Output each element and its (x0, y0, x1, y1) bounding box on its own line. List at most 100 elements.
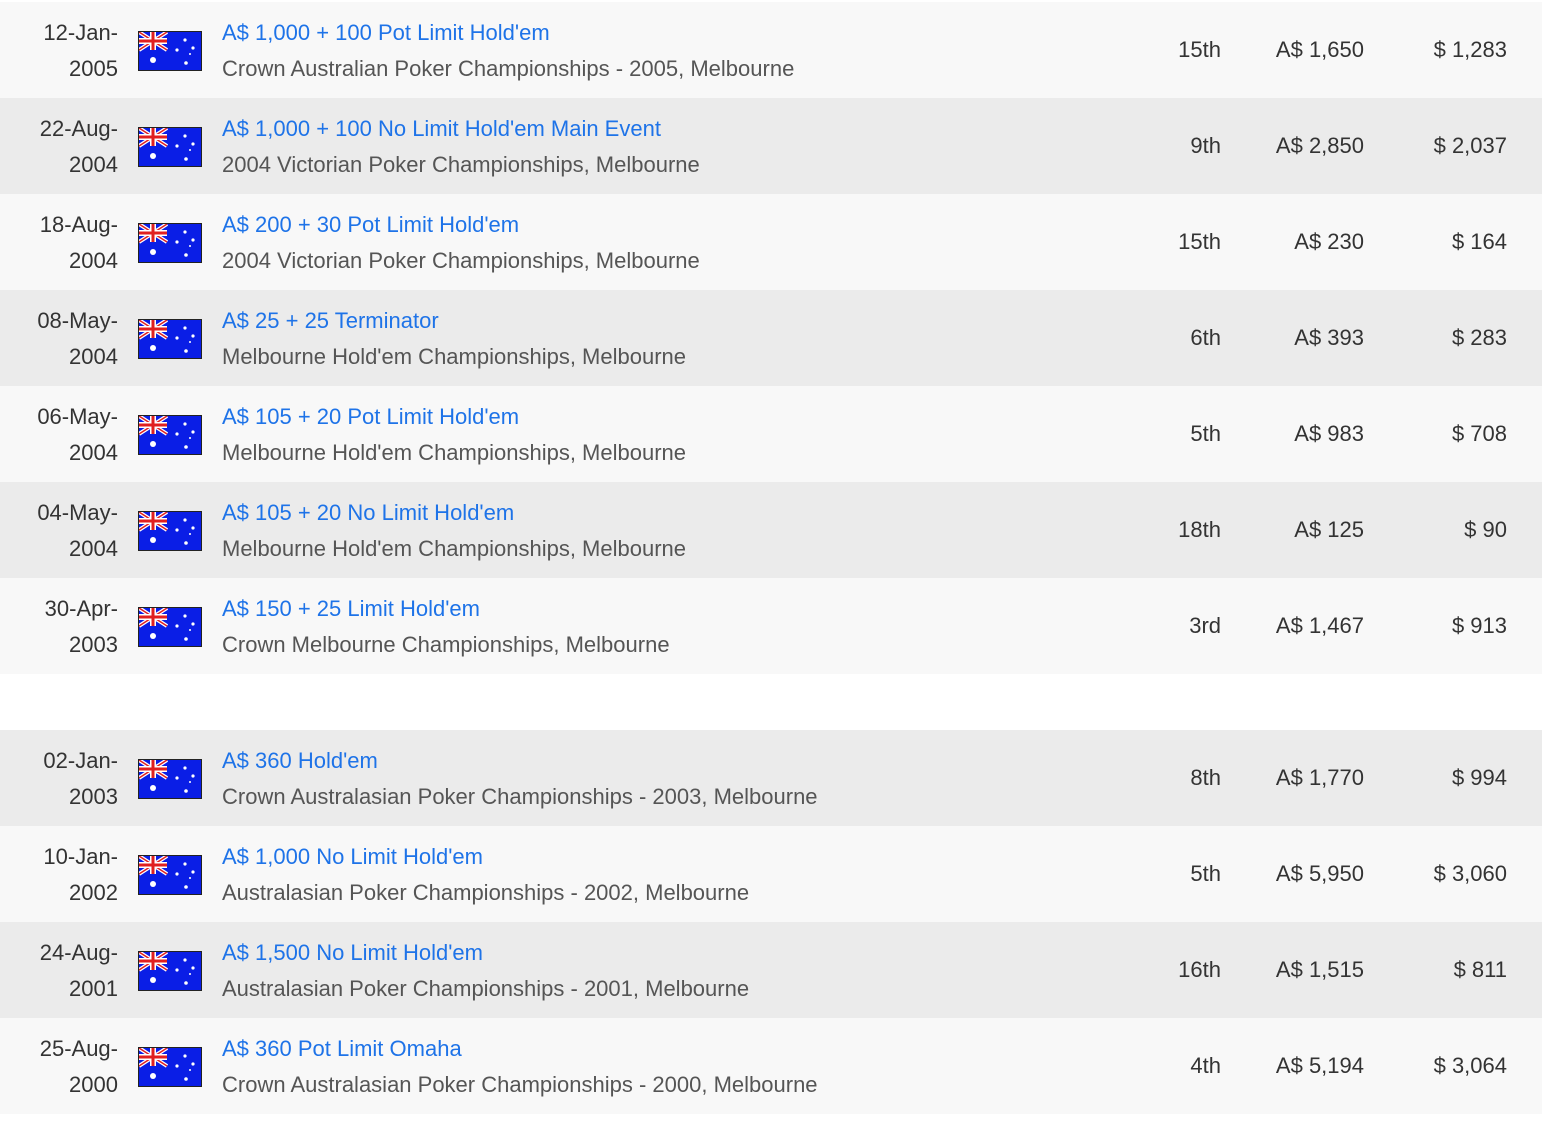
prize-usd: $ 90 (1464, 517, 1507, 542)
table-row: 30-Apr- 2003 A$ 150 + 25 Limit Hold'em Crow… (0, 578, 1542, 674)
result-date: 25-Aug- 2000 (40, 1031, 118, 1103)
event-venue: Melbourne Hold'em Championships, Melbour… (222, 440, 686, 465)
event-link[interactable]: A$ 1,000 + 100 No Limit Hold'em Main Eve… (222, 111, 700, 147)
date-day-month: 08-May- (37, 308, 118, 333)
event-cell: A$ 1,000 + 100 Pot Limit Hold'em Crown Au… (222, 15, 794, 87)
date-day-month: 12-Jan- (43, 20, 118, 45)
event-venue: Australasian Poker Championships - 2001,… (222, 976, 750, 1001)
australia-flag-icon (138, 759, 202, 799)
result-date: 24-Aug- 2001 (40, 935, 118, 1007)
result-date: 22-Aug- 2004 (40, 111, 118, 183)
event-cell: A$ 360 Hold'em Crown Australasian Poker C… (222, 743, 818, 815)
event-cell: A$ 105 + 20 No Limit Hold'em Melbourne Ho… (222, 495, 686, 567)
event-cell: A$ 150 + 25 Limit Hold'em Crown Melbourne… (222, 591, 670, 663)
date-day-month: 24-Aug- (39, 940, 118, 965)
finish-place: 5th (1190, 861, 1221, 886)
event-link[interactable]: A$ 150 + 25 Limit Hold'em (222, 591, 670, 627)
date-day-month: 22-Aug- (39, 116, 118, 141)
prize-usd: $ 913 (1451, 613, 1507, 638)
result-date: 02-Jan- 2003 (43, 743, 118, 815)
date-year: 2004 (69, 440, 118, 465)
result-date: 08-May- 2004 (37, 303, 118, 375)
table-row: 12-Jan- 2005 A$ 1,000 + 100 Pot Limit Hold… (0, 2, 1542, 98)
event-venue: Crown Australian Poker Championships - 2… (222, 56, 795, 81)
australia-flag-icon (138, 127, 202, 167)
results-table: 12-Jan- 2005 A$ 1,000 + 100 Pot Limit Hold… (0, 2, 1542, 1114)
prize-usd: $ 164 (1451, 229, 1507, 254)
australia-flag-icon (138, 319, 202, 359)
result-date: 10-Jan- 2002 (43, 839, 118, 911)
date-year: 2003 (69, 784, 118, 809)
event-cell: A$ 1,000 + 100 No Limit Hold'em Main Eve… (222, 111, 700, 183)
result-date: 18-Aug- 2004 (40, 207, 118, 279)
event-cell: A$ 360 Pot Limit Omaha Crown Australasian… (222, 1031, 818, 1103)
event-venue: 2004 Victorian Poker Championships, Melb… (222, 152, 700, 177)
date-day-month: 06-May- (37, 404, 118, 429)
finish-place: 18th (1178, 517, 1221, 542)
prize-usd: $ 1,283 (1433, 37, 1507, 62)
finish-place: 16th (1178, 957, 1221, 982)
prize-usd: $ 2,037 (1433, 133, 1507, 158)
result-date: 06-May- 2004 (37, 399, 118, 471)
date-year: 2004 (69, 344, 118, 369)
australia-flag-icon (138, 1047, 202, 1087)
australia-flag-icon (138, 415, 202, 455)
date-year: 2004 (69, 536, 118, 561)
prize-local: A$ 2,850 (1275, 133, 1364, 158)
date-day-month: 18-Aug- (39, 212, 118, 237)
date-year: 2000 (69, 1072, 118, 1097)
event-venue: Melbourne Hold'em Championships, Melbour… (222, 536, 686, 561)
event-cell: A$ 105 + 20 Pot Limit Hold'em Melbourne H… (222, 399, 686, 471)
result-date: 04-May- 2004 (37, 495, 118, 567)
table-row: 24-Aug- 2001 A$ 1,500 No Limit Hold'em Aust… (0, 922, 1542, 1018)
prize-local: A$ 5,950 (1275, 861, 1364, 886)
prize-local: A$ 1,467 (1275, 613, 1364, 638)
event-link[interactable]: A$ 105 + 20 Pot Limit Hold'em (222, 399, 686, 435)
australia-flag-icon (138, 855, 202, 895)
table-row: 08-May- 2004 A$ 25 + 25 Terminator Melbourn… (0, 290, 1542, 386)
finish-place: 5th (1190, 421, 1221, 446)
prize-local: A$ 230 (1294, 229, 1364, 254)
event-link[interactable]: A$ 360 Pot Limit Omaha (222, 1031, 818, 1067)
event-cell: A$ 1,000 No Limit Hold'em Australasian Po… (222, 839, 749, 911)
event-venue: 2004 Victorian Poker Championships, Melb… (222, 248, 700, 273)
event-link[interactable]: A$ 360 Hold'em (222, 743, 818, 779)
australia-flag-icon (138, 951, 202, 991)
australia-flag-icon (138, 31, 202, 71)
table-row: 25-Aug- 2000 A$ 360 Pot Limit Omaha Crown A… (0, 1018, 1542, 1114)
finish-place: 4th (1190, 1053, 1221, 1078)
date-day-month: 25-Aug- (39, 1036, 118, 1061)
event-link[interactable]: A$ 25 + 25 Terminator (222, 303, 686, 339)
date-year: 2002 (69, 880, 118, 905)
group-spacer (0, 674, 1542, 730)
finish-place: 8th (1190, 765, 1221, 790)
event-cell: A$ 25 + 25 Terminator Melbourne Hold'em C… (222, 303, 686, 375)
prize-usd: $ 811 (1453, 957, 1507, 982)
result-date: 12-Jan- 2005 (43, 15, 118, 87)
event-link[interactable]: A$ 1,000 No Limit Hold'em (222, 839, 749, 875)
date-day-month: 02-Jan- (43, 748, 118, 773)
event-link[interactable]: A$ 1,500 No Limit Hold'em (222, 935, 749, 971)
prize-local: A$ 1,650 (1275, 37, 1364, 62)
finish-place: 15th (1178, 37, 1221, 62)
prize-local: A$ 393 (1294, 325, 1364, 350)
australia-flag-icon (138, 511, 202, 551)
prize-usd: $ 3,064 (1433, 1053, 1507, 1078)
finish-place: 6th (1190, 325, 1221, 350)
event-link[interactable]: A$ 105 + 20 No Limit Hold'em (222, 495, 686, 531)
table-row: 10-Jan- 2002 A$ 1,000 No Limit Hold'em Aust… (0, 826, 1542, 922)
prize-local: A$ 983 (1294, 421, 1364, 446)
event-cell: A$ 1,500 No Limit Hold'em Australasian Po… (222, 935, 749, 1007)
table-row: 06-May- 2004 A$ 105 + 20 Pot Limit Hold'em… (0, 386, 1542, 482)
event-cell: A$ 200 + 30 Pot Limit Hold'em 2004 Victor… (222, 207, 700, 279)
result-date: 30-Apr- 2003 (45, 591, 118, 663)
event-link[interactable]: A$ 200 + 30 Pot Limit Hold'em (222, 207, 700, 243)
event-venue: Melbourne Hold'em Championships, Melbour… (222, 344, 686, 369)
prize-local: A$ 5,194 (1275, 1053, 1364, 1078)
finish-place: 15th (1178, 229, 1221, 254)
date-day-month: 04-May- (37, 500, 118, 525)
date-year: 2004 (69, 248, 118, 273)
event-link[interactable]: A$ 1,000 + 100 Pot Limit Hold'em (222, 15, 794, 51)
prize-usd: $ 3,060 (1433, 861, 1507, 886)
table-row: 22-Aug- 2004 A$ 1,000 + 100 No Limit Hold'… (0, 98, 1542, 194)
